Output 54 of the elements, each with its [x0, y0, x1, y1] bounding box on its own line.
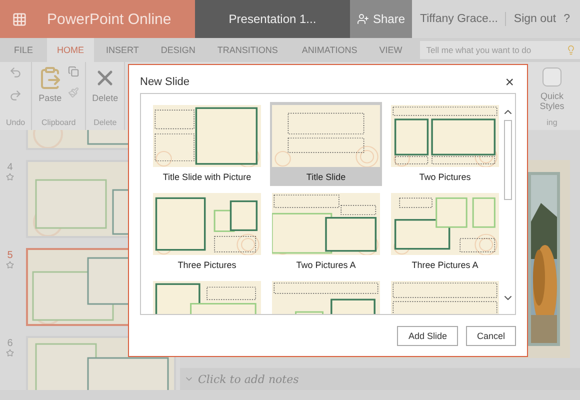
app-name: PowerPoint Online — [47, 10, 172, 28]
paste-button[interactable]: Paste — [38, 66, 62, 103]
ribbon-tab[interactable]: FILE — [0, 38, 48, 62]
cancel-button[interactable]: Cancel — [466, 326, 516, 346]
notes-field[interactable]: Click to add notes — [180, 368, 580, 390]
copy-icon[interactable] — [68, 66, 80, 77]
search-box[interactable]: Tell me what you want to do — [420, 41, 580, 59]
share-button[interactable]: Share — [350, 0, 412, 38]
document-title[interactable]: Presentation 1... — [195, 0, 350, 38]
layout-label: Three Pictures — [178, 260, 236, 270]
layout-option[interactable]: Two Pictures A — [270, 190, 382, 274]
layout-option[interactable]: Two Pictures — [389, 102, 501, 186]
search-field[interactable]: Tell me what you want to do — [424, 44, 560, 56]
ribbon-tab[interactable]: TRANSITIONS — [205, 38, 290, 62]
group-label: Undo — [6, 118, 26, 127]
layout-option[interactable]: Title Slide — [270, 102, 382, 186]
quick-styles-button[interactable]: Quick Styles — [530, 66, 574, 111]
scrollbar-thumb[interactable] — [504, 120, 512, 200]
help-button[interactable]: ? — [564, 13, 570, 25]
slide-number: 4 — [7, 162, 13, 173]
undo-icon[interactable] — [9, 66, 22, 79]
layout-label: Title Slide — [306, 172, 346, 182]
layout-option[interactable]: Three Pictures — [151, 190, 263, 274]
layout-label: Title Slide with Picture — [162, 172, 252, 182]
layout-option[interactable]: Three Pictures A — [389, 190, 501, 274]
group-label: ing — [546, 118, 558, 127]
ribbon-tab[interactable]: DESIGN — [150, 38, 206, 62]
layout-label: Two Pictures — [419, 172, 471, 182]
close-button[interactable]: × — [503, 74, 516, 90]
clipboard-icon — [38, 66, 62, 90]
sign-out-link[interactable]: Sign out — [514, 13, 556, 25]
add-person-icon — [356, 13, 369, 25]
dialog-title: New Slide — [140, 76, 190, 88]
ribbon-tab[interactable]: VIEW — [369, 38, 412, 62]
group-label: Clipboard — [42, 118, 76, 127]
slide-number: 5 — [7, 250, 13, 261]
ribbon-tab[interactable]: INSERT — [94, 38, 151, 62]
add-slide-button[interactable]: Add Slide — [397, 326, 458, 346]
star-icon — [6, 173, 14, 181]
star-icon — [6, 261, 14, 269]
redo-icon[interactable] — [9, 89, 22, 102]
lightbulb-icon — [566, 45, 576, 55]
shape-style-icon — [541, 66, 563, 88]
star-icon — [6, 349, 14, 357]
ribbon-tab[interactable]: ANIMATIONS — [290, 38, 370, 62]
ribbon-tab[interactable]: HOME — [47, 38, 94, 62]
layout-label: Two Pictures A — [296, 260, 356, 270]
layout-option[interactable]: Title Slide with Picture — [151, 102, 263, 186]
group-label: Delete — [94, 118, 117, 127]
layout-label: Three Pictures A — [412, 260, 478, 270]
delete-button[interactable]: Delete — [92, 66, 118, 103]
slide-number: 6 — [7, 338, 13, 349]
user-name[interactable]: Tiffany Grace... — [420, 13, 498, 25]
app-launcher-icon[interactable] — [12, 12, 27, 26]
